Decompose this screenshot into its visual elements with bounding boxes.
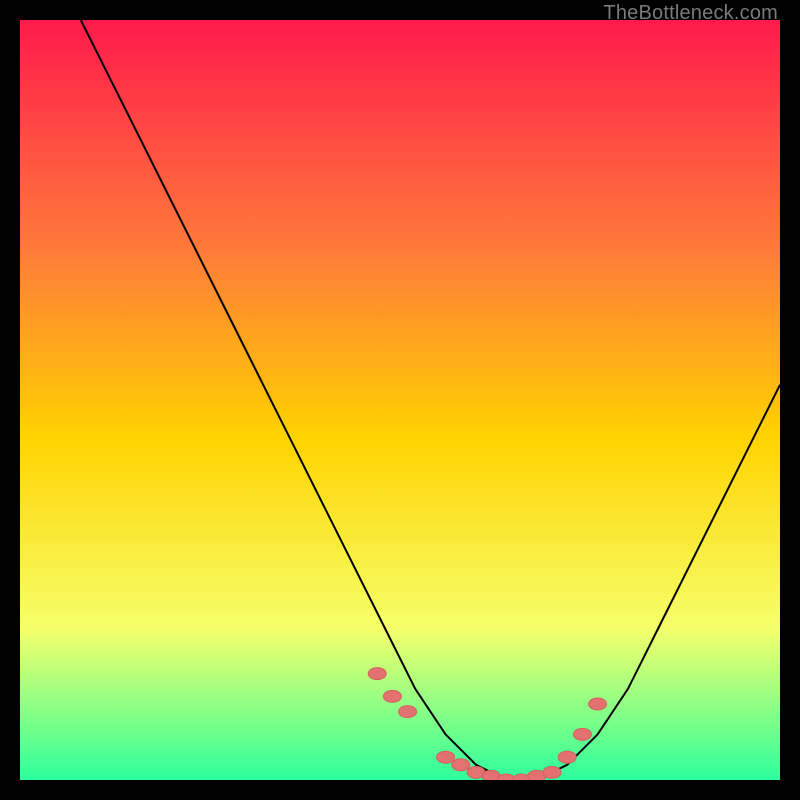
marker-dot <box>543 766 561 778</box>
chart-frame <box>20 20 780 780</box>
marker-dot <box>383 690 401 702</box>
marker-dot <box>437 751 455 763</box>
marker-dot <box>368 668 386 680</box>
marker-dot <box>399 706 417 718</box>
watermark-label: TheBottleneck.com <box>603 2 778 25</box>
gradient-background <box>20 20 780 780</box>
marker-dot <box>558 751 576 763</box>
marker-dot <box>589 698 607 710</box>
bottleneck-chart <box>20 20 780 780</box>
marker-dot <box>573 728 591 740</box>
marker-dot <box>452 759 470 771</box>
